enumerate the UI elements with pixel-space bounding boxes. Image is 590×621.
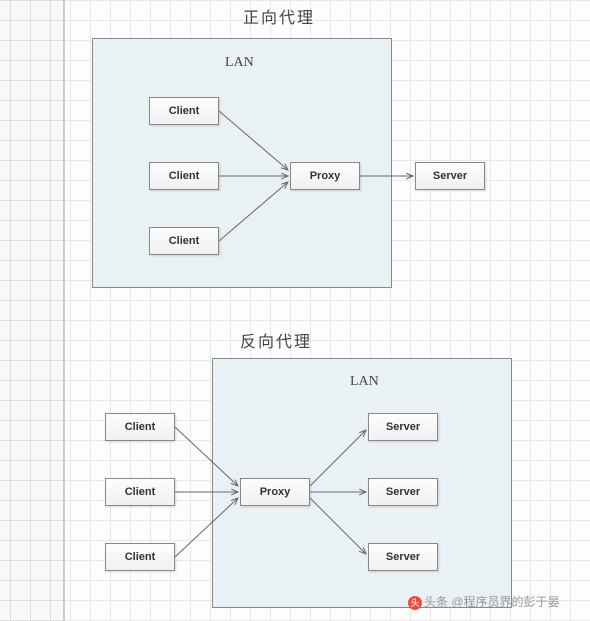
diagram2-client-1: Client [105,413,175,441]
diagram2-title: 反向代理 [240,328,312,352]
watermark: 头头条 @程序员界的彭于晏 [408,593,560,610]
diagram1-lan-label: LAN [225,55,254,71]
diagram1-proxy: Proxy [290,162,360,190]
diagram1-title: 正向代理 [243,4,315,28]
diagram2-lan-label: LAN [350,374,379,390]
diagram1-client-3: Client [149,227,219,255]
diagram1-server: Server [415,162,485,190]
watermark-text: @程序员界的彭于晏 [451,595,559,609]
watermark-icon: 头 [408,596,422,610]
diagram2-server-1: Server [368,413,438,441]
watermark-prefix: 头条 [424,595,448,609]
diagram2-client-3: Client [105,543,175,571]
diagram1-client-2: Client [149,162,219,190]
diagram2-proxy: Proxy [240,478,310,506]
diagram2-server-2: Server [368,478,438,506]
diagram2-client-2: Client [105,478,175,506]
diagram2-server-3: Server [368,543,438,571]
diagram1-client-1: Client [149,97,219,125]
ruler-left [0,0,65,621]
